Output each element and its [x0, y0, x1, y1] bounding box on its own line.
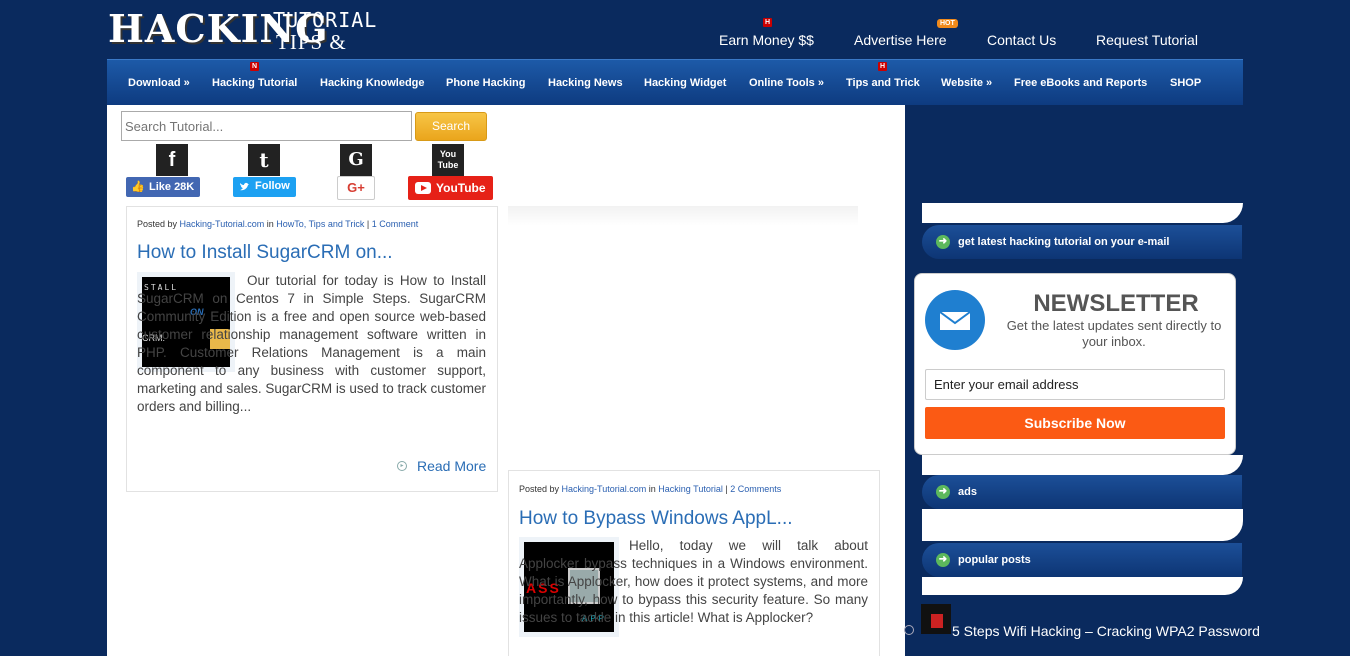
arrow-right-icon: ➜	[936, 235, 950, 249]
facebook-icon[interactable]: f	[156, 144, 188, 176]
arrow-right-icon: ➜	[936, 485, 950, 499]
youtube-play-icon	[415, 182, 431, 194]
nav-hacking-widget[interactable]: Hacking Widget	[644, 77, 726, 89]
top-nav: Earn Money $$ H Advertise Here HOT Conta…	[700, 18, 1220, 50]
excerpt-text: Hello, today we will talk about Applocke…	[519, 538, 868, 625]
facebook-like-button[interactable]: 👍 Like 28K	[126, 177, 200, 197]
sidebar-cap	[922, 203, 1243, 223]
sidebar-heading-label: ads	[958, 486, 977, 498]
google-plus-button[interactable]: G+	[337, 176, 375, 200]
main-nav: Download » Hacking Tutorial N Hacking Kn…	[107, 59, 1243, 105]
badge-h: H	[763, 18, 772, 27]
nav-shop[interactable]: SHOP	[1170, 77, 1201, 89]
post-comments-link[interactable]: 1 Comment	[372, 219, 419, 229]
post-meta: Posted by Hacking-Tutorial.com in Hackin…	[519, 484, 781, 494]
topnav-contact[interactable]: Contact Us	[987, 32, 1056, 48]
read-more-arrow-icon: ▸	[397, 461, 407, 471]
email-field[interactable]: Enter your email address	[925, 369, 1225, 400]
search-button[interactable]: Search	[415, 112, 487, 141]
nav-hacking-knowledge[interactable]: Hacking Knowledge	[320, 77, 425, 89]
read-more-link[interactable]: Read More	[417, 458, 486, 474]
nav-website[interactable]: Website »	[941, 77, 992, 89]
twitter-follow-button[interactable]: Follow	[233, 177, 296, 197]
nav-tips-and-trick[interactable]: Tips and Trick	[846, 77, 920, 89]
nav-hacking-tutorial[interactable]: Hacking Tutorial	[212, 77, 297, 89]
twitter-follow-label: Follow	[255, 180, 290, 192]
excerpt-text: Our tutorial for today is How to Install…	[137, 273, 486, 414]
sidebar-heading-label: popular posts	[958, 554, 1031, 566]
newsletter-title: NEWSLETTER	[1033, 290, 1199, 317]
in-label: in	[266, 219, 274, 229]
badge-hot: HOT	[937, 19, 958, 28]
post-comments-link[interactable]: 2 Comments	[730, 484, 781, 494]
sidebar-heading-label: get latest hacking tutorial on your e-ma…	[958, 236, 1170, 248]
popular-post-link[interactable]: 5 Steps Wifi Hacking – Cracking WPA2 Pas…	[922, 620, 1262, 642]
post-title[interactable]: How to Bypass Windows AppL...	[519, 508, 793, 530]
thumbs-up-icon: 👍	[131, 181, 145, 193]
topnav-request-tutorial[interactable]: Request Tutorial	[1096, 32, 1198, 48]
nav-download[interactable]: Download »	[128, 77, 190, 89]
sidebar-cap	[922, 577, 1243, 595]
topnav-advertise[interactable]: Advertise Here	[854, 32, 947, 48]
nav-phone-hacking[interactable]: Phone Hacking	[446, 77, 525, 89]
subscribe-button[interactable]: Subscribe Now	[925, 407, 1225, 439]
post-author-link[interactable]: Hacking-Tutorial.com	[562, 484, 647, 494]
youtube-icon[interactable]: You Tube	[432, 144, 464, 176]
topnav-earn-money[interactable]: Earn Money $$	[719, 32, 814, 48]
facebook-like-label: Like 28K	[149, 181, 195, 193]
newsletter-subtitle: Get the latest updates sent directly to …	[1006, 318, 1222, 349]
sidebar-heading-popular: ➜ popular posts	[922, 543, 1242, 577]
nav-hacking-news[interactable]: Hacking News	[548, 77, 623, 89]
sidebar-cap	[922, 509, 1243, 541]
logo-tutorial-text: TUTORIAL	[273, 8, 378, 32]
badge-n: N	[250, 62, 259, 71]
nav-online-tools[interactable]: Online Tools »	[749, 77, 824, 89]
post-category-link[interactable]: HowTo, Tips and Trick	[276, 219, 364, 229]
post-category-link[interactable]: Hacking Tutorial	[658, 484, 723, 494]
post-meta: Posted by Hacking-Tutorial.com in HowTo,…	[137, 219, 418, 229]
sidebar-heading-email: ➜ get latest hacking tutorial on your e-…	[922, 225, 1242, 259]
arrow-right-icon: ➜	[936, 553, 950, 567]
nav-free-ebooks[interactable]: Free eBooks and Reports	[1014, 77, 1147, 89]
separator: |	[366, 219, 370, 229]
separator: |	[725, 484, 728, 494]
in-label: in	[648, 484, 656, 494]
newsletter-box: NEWSLETTER Get the latest updates sent d…	[914, 273, 1236, 455]
posted-by-label: Posted by	[137, 219, 178, 229]
twitter-icon[interactable]: t	[248, 144, 280, 176]
sidebar-cap	[922, 455, 1243, 475]
google-icon[interactable]: G	[340, 144, 372, 176]
ad-placeholder	[508, 206, 858, 226]
sidebar-heading-ads: ➜ ads	[922, 475, 1242, 509]
bullet-icon	[904, 625, 914, 635]
post-excerpt: Our tutorial for today is How to Install…	[137, 272, 486, 416]
posted-by-label: Posted by	[519, 484, 560, 494]
post-excerpt: Hello, today we will talk about Applocke…	[519, 537, 868, 627]
search-input[interactable]	[121, 111, 412, 141]
youtube-label: YouTube	[436, 181, 486, 195]
youtube-subscribe-button[interactable]: YouTube	[408, 176, 493, 200]
twitter-bird-icon	[240, 182, 249, 191]
post-title[interactable]: How to Install SugarCRM on...	[137, 242, 393, 264]
badge-h: H	[878, 62, 887, 71]
site-logo[interactable]: HACKING TUTORIAL TIPS & TRICK	[108, 6, 408, 79]
post-author-link[interactable]: Hacking-Tutorial.com	[180, 219, 265, 229]
